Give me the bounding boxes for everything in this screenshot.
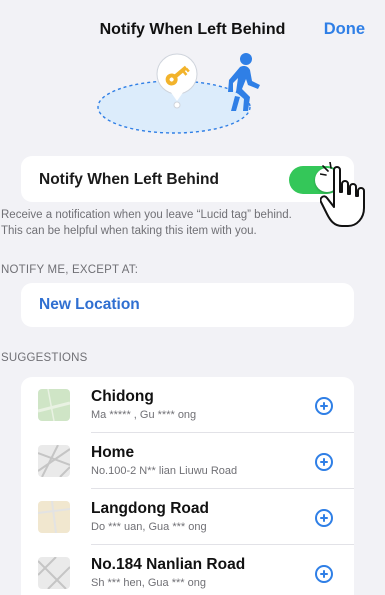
new-location-label: New Location: [39, 296, 140, 313]
suggestion-title: No.184 Nanlian Road: [91, 556, 246, 573]
hero-illustration: [0, 45, 385, 145]
green-map-thumbnail: [38, 389, 70, 421]
suggestion-row-nanlian-road[interactable]: No.184 Nanlian Road Sh *** hen, Gua *** …: [21, 545, 354, 595]
except-section-header: NOTIFY ME, EXCEPT AT:: [1, 264, 139, 276]
description-line-2: This can be helpful when taking this ite…: [1, 225, 257, 237]
description-line-1: Receive a notification when you leave “L…: [1, 209, 292, 221]
plus-circle-icon[interactable]: [315, 453, 333, 471]
plus-circle-icon[interactable]: [315, 397, 333, 415]
street-map-thumbnail: [38, 557, 70, 589]
suggestions-list: Chidong Ma ***** , Gu **** ong Home No.1…: [21, 377, 354, 595]
suggestion-row-chidong[interactable]: Chidong Ma ***** , Gu **** ong: [21, 377, 354, 433]
notify-toggle-card: Notify When Left Behind: [21, 156, 354, 202]
suggestion-address: Do *** uan, Gua *** ong: [91, 521, 207, 533]
beige-map-thumbnail: [38, 501, 70, 533]
suggestion-title: Chidong: [91, 388, 154, 405]
suggestions-section-header: SUGGESTIONS: [1, 352, 88, 364]
suggestion-address: Sh *** hen, Gua *** ong: [91, 577, 206, 589]
notify-description: Receive a notification when you leave “L…: [0, 207, 385, 239]
suggestion-address: No.100-2 N** lian Liuwu Road: [91, 465, 238, 477]
done-button[interactable]: Done: [324, 20, 365, 39]
navigation-bar: Notify When Left Behind Done: [0, 0, 385, 50]
new-location-button[interactable]: New Location: [21, 283, 354, 327]
suggestion-row-home[interactable]: Home No.100-2 N** lian Liuwu Road: [21, 433, 354, 489]
plus-circle-icon[interactable]: [315, 509, 333, 527]
street-map-thumbnail: [38, 445, 70, 477]
suggestion-title: Home: [91, 444, 135, 461]
suggestion-address: Ma ***** , Gu **** ong: [91, 409, 197, 421]
plus-circle-icon[interactable]: [315, 565, 333, 583]
suggestion-row-langdong-road[interactable]: Langdong Road Do *** uan, Gua *** ong: [21, 489, 354, 545]
notify-toggle-label: Notify When Left Behind: [39, 171, 219, 188]
suggestion-title: Langdong Road: [91, 500, 209, 517]
